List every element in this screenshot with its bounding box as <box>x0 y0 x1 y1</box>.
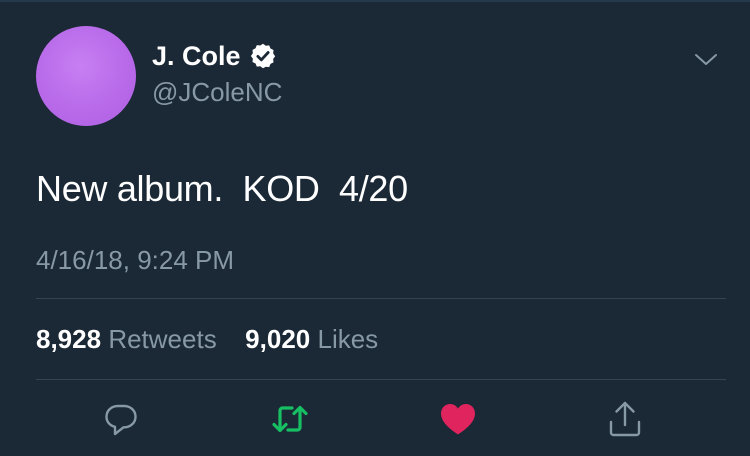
share-button[interactable] <box>605 399 645 439</box>
top-border <box>0 0 750 2</box>
retweet-icon <box>272 405 308 433</box>
avatar[interactable] <box>36 26 136 126</box>
verified-badge-icon <box>250 43 275 69</box>
tweet-stats: 8,928 Retweets 9,020 Likes <box>36 322 378 356</box>
tweet-text: New album. KOD 4/20 <box>36 168 408 209</box>
heart-icon <box>441 404 475 435</box>
likes-stat[interactable]: 9,020 Likes <box>245 324 378 354</box>
retweets-label: Retweets <box>108 324 217 354</box>
share-icon <box>609 401 641 437</box>
divider <box>36 379 726 380</box>
likes-count: 9,020 <box>245 324 311 354</box>
reply-icon <box>105 404 137 436</box>
retweets-stat[interactable]: 8,928 Retweets <box>36 324 224 354</box>
likes-label: Likes <box>317 324 379 354</box>
like-button[interactable] <box>438 399 478 439</box>
user-handle[interactable]: @JColeNC <box>152 76 282 108</box>
reply-button[interactable] <box>101 399 141 439</box>
chevron-down-icon[interactable] <box>694 50 718 68</box>
display-name[interactable]: J. Cole <box>152 40 241 72</box>
retweets-count: 8,928 <box>36 324 102 354</box>
tweet-card: J. Cole @JColeNC New album. KOD 4/20 4/1… <box>0 0 750 456</box>
divider <box>36 298 726 299</box>
retweet-button[interactable] <box>270 399 310 439</box>
tweet-timestamp[interactable]: 4/16/18, 9:24 PM <box>36 244 234 276</box>
display-name-row[interactable]: J. Cole <box>152 40 277 72</box>
